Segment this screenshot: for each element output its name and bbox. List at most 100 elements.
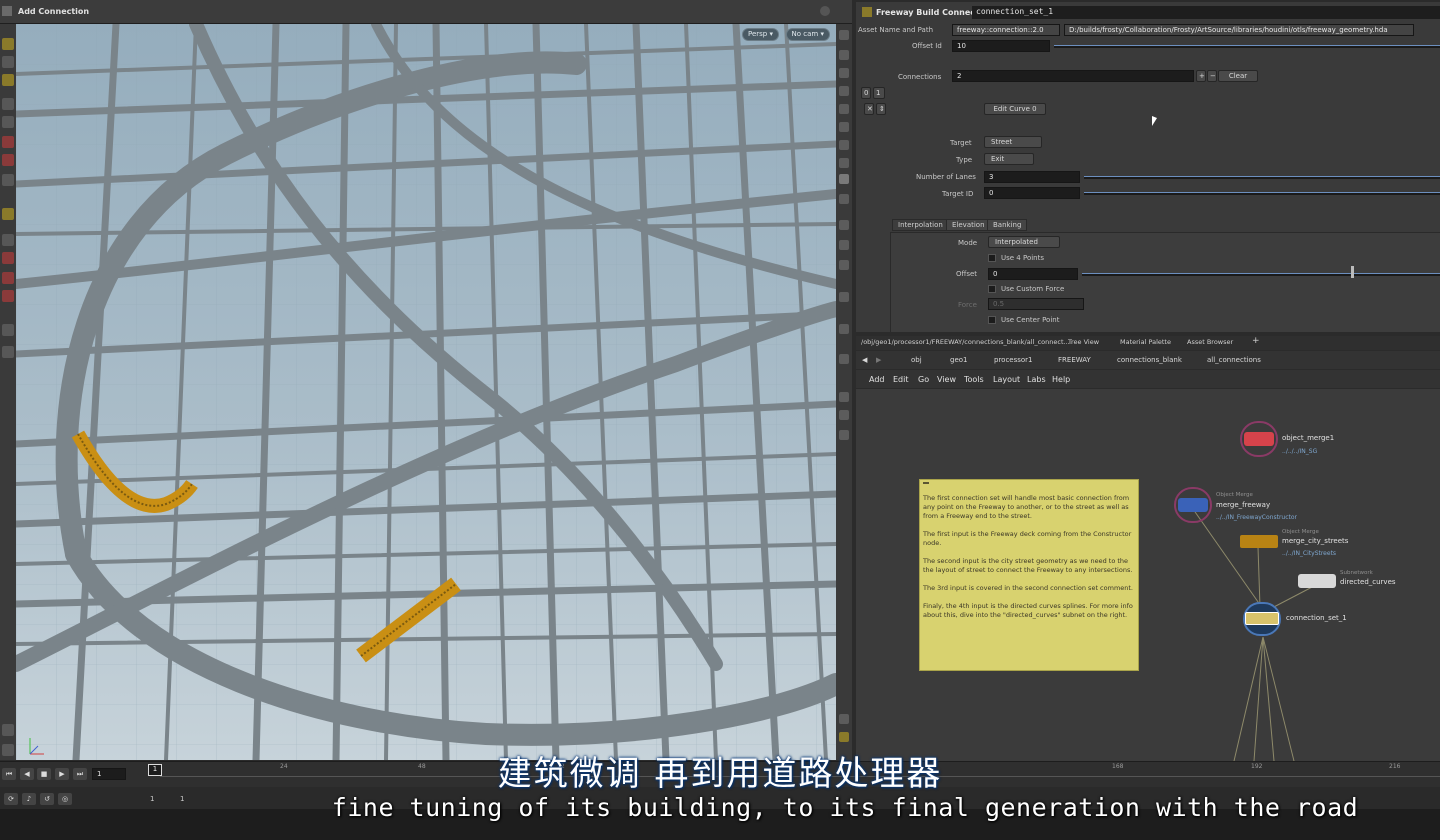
image-icon[interactable] xyxy=(839,410,849,420)
tab-banking[interactable]: Banking xyxy=(987,219,1028,231)
lanes-slider[interactable] xyxy=(1084,176,1440,179)
node-type-icon xyxy=(862,7,872,17)
light-icon[interactable] xyxy=(2,346,14,358)
view-icon[interactable] xyxy=(2,174,14,186)
crop-icon[interactable] xyxy=(839,324,849,334)
remove-connection-button[interactable]: − xyxy=(1207,70,1217,82)
pose-icon[interactable] xyxy=(2,98,14,110)
frame-icon[interactable] xyxy=(839,50,849,60)
use-custom-force-checkbox[interactable] xyxy=(988,285,996,293)
edit-curve-button[interactable]: Edit Curve 0 xyxy=(984,103,1046,115)
add-tab-button[interactable]: + xyxy=(1252,336,1260,346)
handle-icon[interactable] xyxy=(2,74,14,86)
menu-help[interactable]: Help xyxy=(1052,375,1070,384)
connections-field[interactable]: 2 xyxy=(952,70,1194,82)
offset-id-slider[interactable] xyxy=(1054,45,1440,48)
type-menu[interactable]: Exit xyxy=(984,153,1034,165)
directed-curves-node[interactable] xyxy=(1298,574,1336,588)
tab-network-path[interactable]: /obj/geo1/processor1/FREEWAY/connections… xyxy=(861,338,1070,346)
snap-icon[interactable] xyxy=(2,136,14,148)
scale-icon[interactable] xyxy=(839,354,849,364)
lock-icon[interactable] xyxy=(2,116,14,128)
ghost-icon[interactable] xyxy=(839,174,849,184)
grid-icon[interactable] xyxy=(2,234,14,246)
object-merge1-node[interactable] xyxy=(1240,421,1278,457)
perspective-menu[interactable]: Persp ▾ xyxy=(742,28,779,41)
multiparm-tab-0[interactable]: 0 xyxy=(861,87,871,99)
multiparm-remove-button[interactable]: ✕ xyxy=(864,103,874,115)
multiparm-tab-1[interactable]: 1 xyxy=(873,87,885,99)
pin-view-icon[interactable] xyxy=(839,430,849,440)
target-id-field[interactable]: 0 xyxy=(984,187,1080,199)
menu-tools[interactable]: Tools xyxy=(964,375,984,384)
clear-button[interactable]: Clear xyxy=(1218,70,1258,82)
lanes-field[interactable]: 3 xyxy=(984,171,1080,183)
home-icon[interactable] xyxy=(839,30,849,40)
forward-button[interactable]: ▶ xyxy=(876,356,881,364)
breadcrumb-geo1[interactable]: geo1 xyxy=(950,356,968,364)
light-icon[interactable] xyxy=(839,86,849,96)
deform-icon[interactable] xyxy=(2,272,14,284)
breadcrumb-connections-blank[interactable]: connections_blank xyxy=(1117,356,1182,364)
offset-id-field[interactable]: 10 xyxy=(952,40,1050,52)
use-4-points-label: Use 4 Points xyxy=(1001,254,1045,262)
pin-icon[interactable] xyxy=(839,140,849,150)
tab-elevation[interactable]: Elevation xyxy=(946,219,991,231)
lock-camera-icon[interactable] xyxy=(839,68,849,78)
wire-icon[interactable] xyxy=(839,194,849,204)
tab-tree-view[interactable]: Tree View xyxy=(1068,338,1099,346)
mode-menu[interactable]: Interpolated xyxy=(988,236,1060,248)
info-icon[interactable] xyxy=(839,714,849,724)
sticky-note[interactable]: The first connection set will handle mos… xyxy=(919,479,1139,671)
breadcrumb-all-connections[interactable]: all_connections xyxy=(1207,356,1261,364)
scene-viewport[interactable] xyxy=(16,24,836,760)
menu-go[interactable]: Go xyxy=(918,375,929,384)
dot-icon[interactable] xyxy=(839,220,849,230)
offset-slider-handle[interactable] xyxy=(1351,266,1354,278)
menu-view[interactable]: View xyxy=(937,375,956,384)
uv-icon[interactable] xyxy=(839,292,849,302)
arrow-icon[interactable] xyxy=(839,240,849,250)
brush-icon[interactable] xyxy=(2,208,14,220)
sculpt-icon[interactable] xyxy=(2,252,14,264)
menu-labs[interactable]: Labs xyxy=(1027,375,1046,384)
text-icon[interactable] xyxy=(839,392,849,402)
breadcrumb-freeway[interactable]: FREEWAY xyxy=(1058,356,1091,364)
add-connection-button[interactable]: + xyxy=(1196,70,1206,82)
transform-icon[interactable] xyxy=(2,56,14,68)
target-id-slider[interactable] xyxy=(1084,192,1440,195)
asset-path-menu[interactable]: D:/builds/frosty/Collaboration/Frosty/Ar… xyxy=(1064,24,1414,36)
marker-icon[interactable] xyxy=(839,158,849,168)
point-icon[interactable] xyxy=(839,122,849,132)
menu-add[interactable]: Add xyxy=(869,375,885,384)
connection-set-1-node[interactable] xyxy=(1243,602,1281,636)
camera-menu[interactable]: No cam ▾ xyxy=(785,28,830,41)
display-icon[interactable] xyxy=(2,724,14,736)
target-menu[interactable]: Street xyxy=(984,136,1042,148)
magnet-icon[interactable] xyxy=(2,154,14,166)
normals-icon[interactable] xyxy=(839,260,849,270)
multiparm-insert-button[interactable]: ⇕ xyxy=(876,103,886,115)
asset-name-menu[interactable]: freeway::connection::2.0 xyxy=(952,24,1060,36)
back-button[interactable]: ◀ xyxy=(862,356,867,364)
tab-material-palette[interactable]: Material Palette xyxy=(1120,338,1171,346)
merge-freeway-node[interactable] xyxy=(1174,487,1212,523)
tab-asset-browser[interactable]: Asset Browser xyxy=(1187,338,1233,346)
paint-icon[interactable] xyxy=(2,290,14,302)
breadcrumb-processor1[interactable]: processor1 xyxy=(994,356,1033,364)
shading-icon[interactable] xyxy=(839,104,849,114)
camera-icon[interactable] xyxy=(2,324,14,336)
breadcrumb-obj[interactable]: obj xyxy=(911,356,922,364)
use-center-point-checkbox[interactable] xyxy=(988,316,996,324)
menu-edit[interactable]: Edit xyxy=(893,375,909,384)
menu-layout[interactable]: Layout xyxy=(993,375,1020,384)
merge-city-streets-node[interactable] xyxy=(1240,535,1278,548)
tab-interpolation[interactable]: Interpolation xyxy=(892,219,949,231)
offset-slider[interactable] xyxy=(1082,273,1440,276)
sticky-note-paragraph: Finaly, the 4th input is the directed cu… xyxy=(923,602,1133,619)
node-name-field[interactable]: connection_set_1 xyxy=(972,6,1440,19)
use-4-points-checkbox[interactable] xyxy=(988,254,996,262)
layout-icon[interactable] xyxy=(839,732,849,742)
sticky-note-collapse-icon[interactable] xyxy=(923,482,929,484)
offset-field[interactable]: 0 xyxy=(988,268,1078,280)
